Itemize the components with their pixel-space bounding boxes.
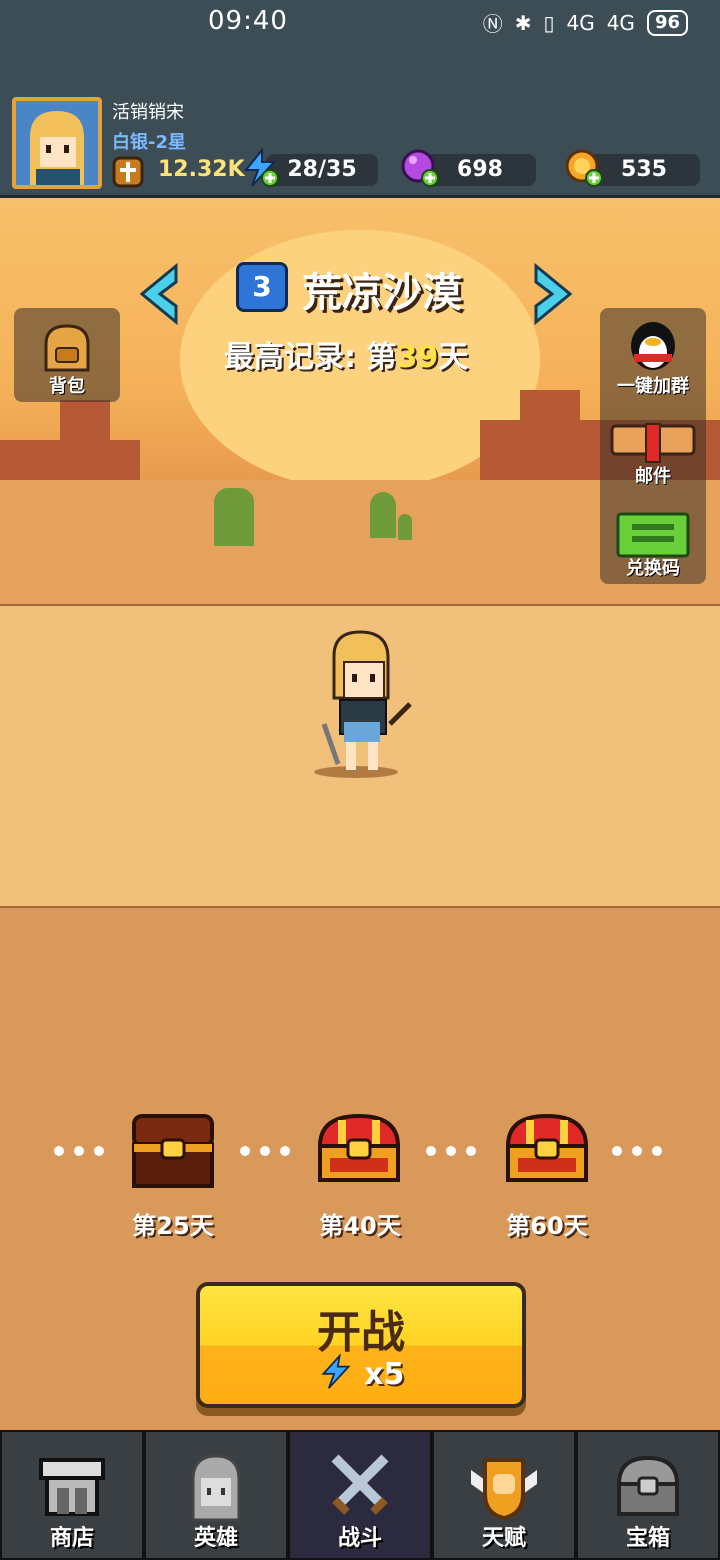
hero-portrait-icon <box>16 101 98 185</box>
energy-lightning-icon[interactable] <box>240 148 280 188</box>
nav-label-shop: 商店 <box>49 1526 94 1551</box>
redeem-code-button[interactable]: 兑换码 <box>600 504 706 584</box>
redeem-ticket-icon <box>616 512 690 558</box>
avatar[interactable] <box>12 97 102 189</box>
cactus <box>214 488 254 546</box>
nav-label-battle: 战斗 <box>337 1526 382 1551</box>
battery-icon: 96 <box>646 9 688 36</box>
nav-tab-hero[interactable]: 英雄 <box>144 1430 288 1560</box>
progress-dots <box>426 1146 476 1156</box>
backpack-icon <box>44 324 90 372</box>
power-icon <box>112 156 144 188</box>
status-time: 09:40 <box>208 6 288 36</box>
chest-label-day60: 第60天 <box>506 1212 588 1240</box>
redeem-code-label: 兑换码 <box>626 558 680 579</box>
shop-icon <box>39 1458 105 1516</box>
chest-label-day40: 第40天 <box>319 1212 401 1240</box>
qq-penguin-icon <box>631 322 675 370</box>
best-record: 最高记录: 第39天 <box>224 332 468 376</box>
nav-tab-chest[interactable]: 宝箱 <box>576 1430 720 1560</box>
mesa-left-top <box>60 400 110 450</box>
mail-icon <box>610 423 696 463</box>
cactus <box>370 492 396 538</box>
power-value: 12.32K <box>158 157 245 182</box>
signal-icon-a: 4G <box>566 10 595 35</box>
chest-label-day25: 第25天 <box>132 1212 214 1240</box>
chest-icon-day40[interactable] <box>316 1110 402 1192</box>
signal-icon-b: 4G <box>606 10 635 35</box>
join-group-button[interactable]: 一键加群 <box>600 308 706 398</box>
crossed-swords-icon <box>331 1454 389 1515</box>
record-suffix: 天 <box>438 340 469 375</box>
chest-icon <box>616 1455 680 1516</box>
nav-tab-talent[interactable]: 天赋 <box>432 1430 576 1560</box>
player-name: 活销销宋 <box>112 102 184 123</box>
vibrate-icon: ▯ <box>543 10 555 35</box>
record-value: 39 <box>396 340 439 375</box>
progress-dots <box>612 1146 662 1156</box>
level-number-badge: 3 <box>236 262 288 312</box>
hero-icon <box>191 1454 241 1522</box>
side-menu-panel: 一键加群 邮件 兑换码 <box>600 308 706 584</box>
record-prefix: 最高记录: 第 <box>224 340 397 375</box>
join-group-label: 一键加群 <box>617 376 689 397</box>
nfc-icon: Ⓝ <box>482 12 503 36</box>
level-name: 荒凉沙漠 <box>302 270 462 316</box>
talent-fist-icon <box>471 1458 537 1521</box>
battle-cost: x5 <box>200 1352 522 1392</box>
next-level-arrow-icon[interactable] <box>530 262 576 326</box>
bottom-nav: 商店 英雄 战斗 天赋 宝箱 <box>0 1430 720 1560</box>
energy-value: 28/35 <box>287 157 357 182</box>
nav-label-talent: 天赋 <box>481 1526 526 1551</box>
nav-label-hero: 英雄 <box>193 1526 238 1551</box>
chest-icon-day60[interactable] <box>504 1110 590 1192</box>
energy-lightning-icon <box>321 1352 351 1389</box>
gems-stat: 698 <box>424 154 536 186</box>
status-bar: 09:40 Ⓝ ✱ ▯ 4G 4G 96 <box>0 0 720 44</box>
start-battle-label: 开战 <box>317 1307 405 1358</box>
status-icons: Ⓝ ✱ ▯ 4G 4G 96 <box>483 8 688 37</box>
progress-dots <box>54 1146 104 1156</box>
coin-icon[interactable] <box>564 148 604 188</box>
gem-icon[interactable] <box>400 148 440 188</box>
bluetooth-icon: ✱ <box>514 10 532 35</box>
mesa-right-top <box>520 390 580 430</box>
nav-tab-battle[interactable]: 战斗 <box>288 1430 432 1560</box>
mail-label: 邮件 <box>635 466 671 487</box>
nav-label-chest: 宝箱 <box>625 1526 670 1551</box>
gems-value: 698 <box>457 157 503 182</box>
backpack-label: 背包 <box>49 376 85 397</box>
cactus <box>398 514 412 540</box>
coins-value: 535 <box>621 157 667 182</box>
progress-dots <box>240 1146 290 1156</box>
energy-stat: 28/35 <box>266 154 378 186</box>
player-rank: 白银-2星 <box>112 132 186 153</box>
coins-stat: 535 <box>588 154 700 186</box>
top-header: 09:40 Ⓝ ✱ ▯ 4G 4G 96 活销销宋 白银-2星 12.32K 2… <box>0 0 720 198</box>
previous-level-arrow-icon[interactable] <box>136 262 182 326</box>
backpack-button[interactable]: 背包 <box>14 308 120 402</box>
start-battle-button[interactable]: 开战 x5 <box>196 1282 526 1408</box>
battle-cost-value: x5 <box>364 1357 405 1392</box>
chest-icon-day25[interactable] <box>130 1110 216 1192</box>
nav-tab-shop[interactable]: 商店 <box>0 1430 144 1560</box>
hero-character <box>314 630 412 778</box>
mail-button[interactable]: 邮件 <box>600 408 706 494</box>
